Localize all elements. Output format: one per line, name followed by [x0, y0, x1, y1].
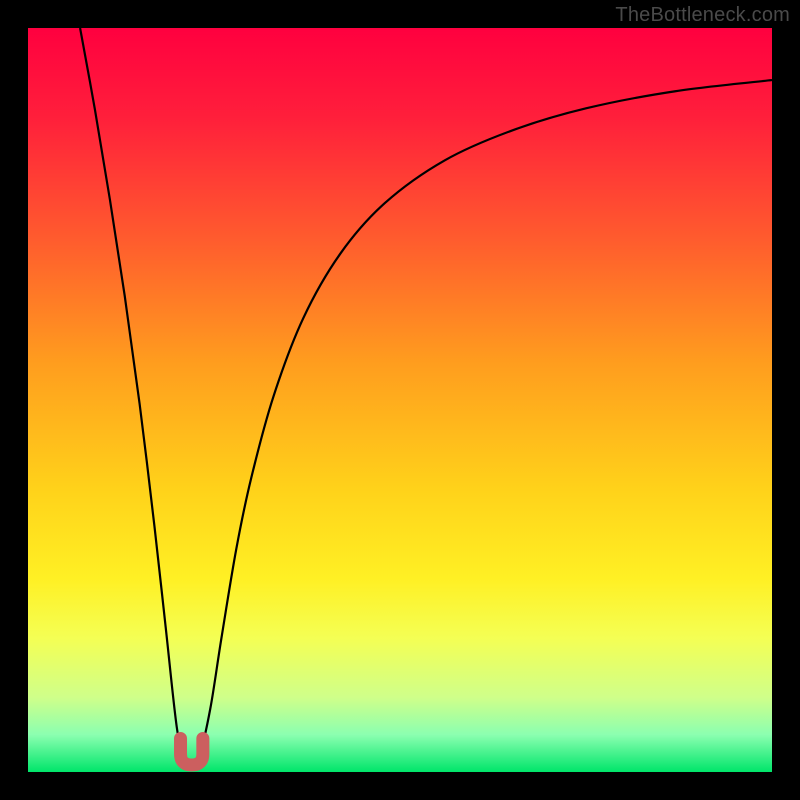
plot-area: [28, 28, 772, 772]
chart-frame: TheBottleneck.com: [0, 0, 800, 800]
chart-svg: [28, 28, 772, 772]
watermark-text: TheBottleneck.com: [615, 4, 790, 27]
